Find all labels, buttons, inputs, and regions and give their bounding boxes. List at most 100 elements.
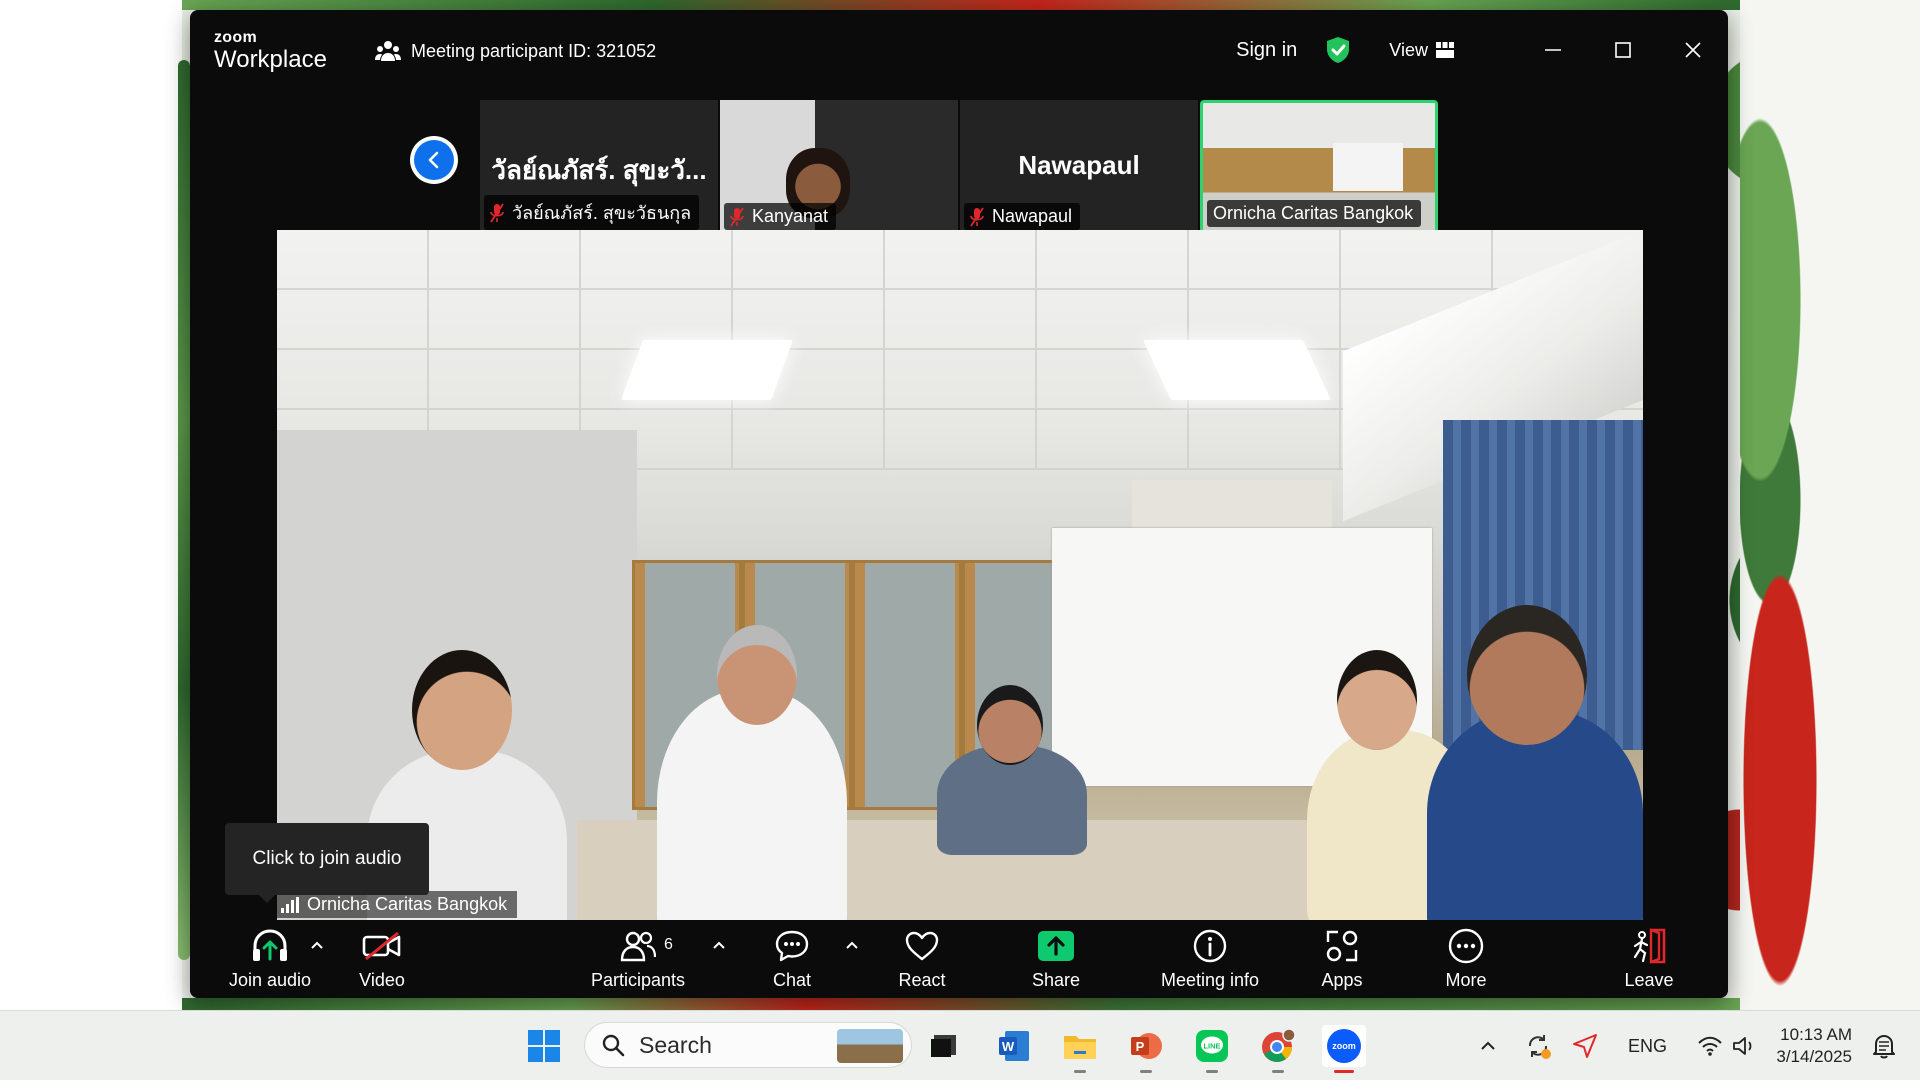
previous-page-circle [414,140,454,180]
participant-thumbnail[interactable]: วัลย์ณภัสร์. สุขะวั... วัลย์ณภัสร์. สุขะ… [480,100,718,234]
taskbar-file-explorer[interactable] [1058,1025,1102,1073]
meeting-participant-id: Meeting participant ID: 321052 [375,40,656,62]
taskbar-word[interactable]: W [992,1025,1036,1067]
search-highlight-image [837,1029,903,1063]
mic-muted-icon [730,207,744,226]
view-button[interactable]: View [1389,40,1454,61]
participant-display-name: วัลย์ณภัสร์. สุขะวั... [491,155,707,185]
chrome-icon [1262,1028,1296,1062]
leave-button[interactable]: Leave [1609,926,1689,994]
participant-name: วัลย์ณภัสร์. สุขะวัธนกุล [512,203,692,223]
previous-page-button[interactable] [410,136,458,184]
leave-door-icon [1629,926,1669,966]
taskbar-chrome[interactable] [1256,1025,1300,1073]
video-button[interactable]: Video [332,926,432,994]
taskbar-task-view[interactable] [922,1025,966,1067]
taskbar-search-box[interactable]: Search [584,1022,912,1068]
notification-bell-icon[interactable] [1872,1033,1896,1059]
react-label: React [898,970,946,990]
meeting-controls-toolbar: Join audio Video Participants 6 Chat Rea… [190,920,1728,998]
chat-label: Chat [772,970,812,990]
running-indicator [1206,1070,1218,1073]
chat-options-caret-icon[interactable] [843,936,861,954]
zoom-app-icon: zoom [1327,1029,1361,1063]
close-button[interactable] [1658,10,1728,90]
show-hidden-icons-chevron-icon[interactable] [1478,1036,1498,1056]
line-app-icon: LINE [1196,1030,1228,1062]
participant-name: Ornicha Caritas Bangkok [1213,203,1414,223]
system-clock[interactable]: 10:13 AM 3/14/2025 [1776,1024,1852,1068]
chat-icon [772,926,812,966]
zoom-meeting-window: zoom Workplace Meeting participant ID: 3… [190,10,1728,998]
main-speaker-video[interactable]: Ornicha Caritas Bangkok [277,230,1643,920]
thumbnail-video-whiteboard [1333,143,1403,191]
headphones-icon [250,926,290,966]
taskbar-zoom[interactable]: zoom [1322,1025,1366,1073]
brand-workplace-text: Workplace [214,46,327,73]
join-audio-button[interactable]: Join audio [220,926,320,994]
active-speaker-name: Ornicha Caritas Bangkok [307,894,508,914]
leave-label: Leave [1624,970,1674,990]
brand-zoom-text: zoom [214,29,257,46]
title-bar: zoom Workplace Meeting participant ID: 3… [190,10,1728,90]
folder-icon [1064,1036,1096,1059]
participant-name-tag: Ornicha Caritas Bangkok [1207,200,1422,227]
participants-button[interactable]: Participants [583,926,693,994]
powerpoint-icon: P [1131,1033,1162,1059]
zoom-workplace-logo: zoom Workplace [214,30,327,72]
wallpaper-top-border [182,0,1740,10]
system-tray: ENG [1470,1011,1757,1080]
audio-options-caret-icon[interactable] [308,936,326,954]
windows-taskbar: Search W P LINE zoom ENG 10:13 AM 3/14/2… [0,1010,1920,1080]
wallpaper-left-panel [0,0,182,1010]
participant-thumbnail[interactable]: Nawapaul Nawapaul [960,100,1198,234]
running-indicator-active [1334,1070,1354,1073]
running-indicator [1074,1070,1086,1073]
participants-icon [375,41,401,61]
view-label: View [1389,39,1428,60]
wallpaper-bottom-border [182,998,1740,1010]
meeting-info-label: Meeting info [1160,970,1260,990]
react-button[interactable]: React [882,926,962,994]
sign-in-link[interactable]: Sign in [1236,39,1297,62]
wifi-icon[interactable] [1697,1035,1723,1057]
wallpaper-leaf-border [178,60,190,960]
minimize-icon [1545,49,1561,51]
participant-name: Nawapaul [992,206,1073,226]
meeting-info-button[interactable]: Meeting info [1145,926,1275,994]
signal-strength-icon [281,896,301,913]
grid-view-icon [1436,42,1454,58]
chevron-left-icon [428,151,439,169]
more-label: More [1445,970,1487,990]
titlebar-right-controls: Sign in View [1236,10,1728,90]
share-button[interactable]: Share [1016,926,1096,994]
volume-icon[interactable] [1731,1035,1757,1057]
share-screen-icon [1036,926,1076,966]
sync-icon[interactable] [1524,1032,1552,1060]
video-person-head [1337,650,1417,750]
chat-button[interactable]: Chat [752,926,832,994]
video-person-head [1467,605,1587,745]
task-view-icon [931,1035,956,1057]
minimize-button[interactable] [1518,10,1588,90]
apps-button[interactable]: Apps [1302,926,1382,994]
video-person-head [412,650,512,770]
participant-thumbnail-active[interactable]: Ornicha Caritas Bangkok [1200,100,1438,234]
taskbar-line[interactable]: LINE [1190,1025,1234,1073]
participant-thumbnail[interactable]: Kanyanat [720,100,958,234]
input-language-indicator[interactable]: ENG [1628,1036,1667,1057]
svg-text:LINE: LINE [1203,1042,1220,1051]
location-arrow-icon[interactable] [1572,1033,1598,1059]
start-button[interactable] [522,1025,566,1067]
meeting-id-text: Meeting participant ID: 321052 [411,40,657,61]
participants-options-caret-icon[interactable] [710,936,728,954]
video-off-icon [362,926,402,966]
taskbar-powerpoint[interactable]: P [1124,1025,1168,1073]
apps-icon [1322,926,1362,966]
svg-text:P: P [1136,1039,1145,1054]
more-button[interactable]: More [1426,926,1506,994]
svg-text:W: W [1002,1039,1015,1054]
windows-logo-icon [528,1030,560,1062]
encryption-shield-icon[interactable] [1325,36,1351,64]
maximize-button[interactable] [1588,10,1658,90]
